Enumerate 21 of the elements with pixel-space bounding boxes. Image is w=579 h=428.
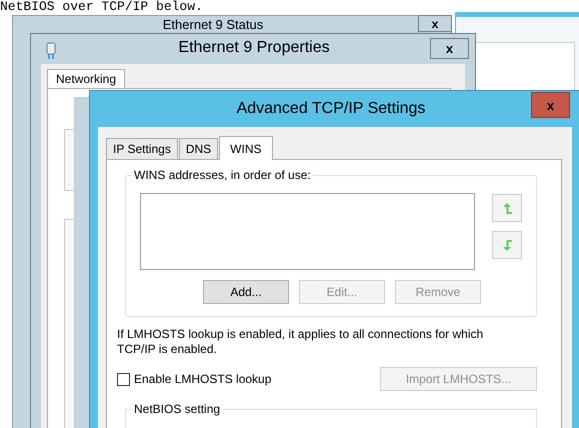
checkbox-label: Enable LMHOSTS lookup — [134, 372, 272, 386]
network-adapter-icon — [46, 42, 56, 60]
close-button[interactable]: x — [531, 92, 570, 118]
move-up-button[interactable] — [492, 194, 522, 222]
window-title: Ethernet 9 Status — [162, 17, 264, 32]
background-text: NetBIOS over TCP/IP below. — [0, 0, 203, 14]
close-button[interactable]: x — [418, 15, 452, 32]
group-label: WINS addresses, in order of use: — [132, 168, 313, 182]
action-button[interactable]: Add... — [203, 280, 289, 304]
tab[interactable]: WINS — [219, 136, 273, 160]
tab[interactable]: Networking — [47, 69, 126, 88]
checkbox[interactable] — [117, 372, 130, 386]
close-button[interactable]: x — [430, 38, 469, 59]
info-text: If LMHOSTS lookup is enabled, it applies to all connections for which TCP/IP is enabled. — [117, 327, 484, 357]
tab[interactable]: IP Settings — [106, 138, 178, 159]
group-label: NetBIOS setting — [132, 402, 222, 416]
move-down-button[interactable] — [492, 231, 522, 259]
window-title: Advanced TCP/IP Settings — [236, 100, 426, 117]
window-title: Ethernet 9 Properties — [178, 39, 330, 56]
address-list[interactable] — [140, 193, 475, 270]
tab[interactable]: DNS — [178, 138, 218, 159]
